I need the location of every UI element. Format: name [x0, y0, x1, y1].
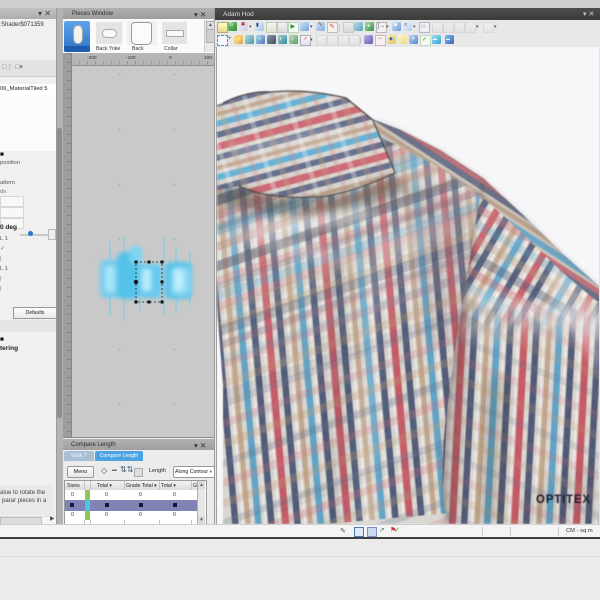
svg-text:OPTITEX: OPTITEX: [536, 494, 591, 506]
